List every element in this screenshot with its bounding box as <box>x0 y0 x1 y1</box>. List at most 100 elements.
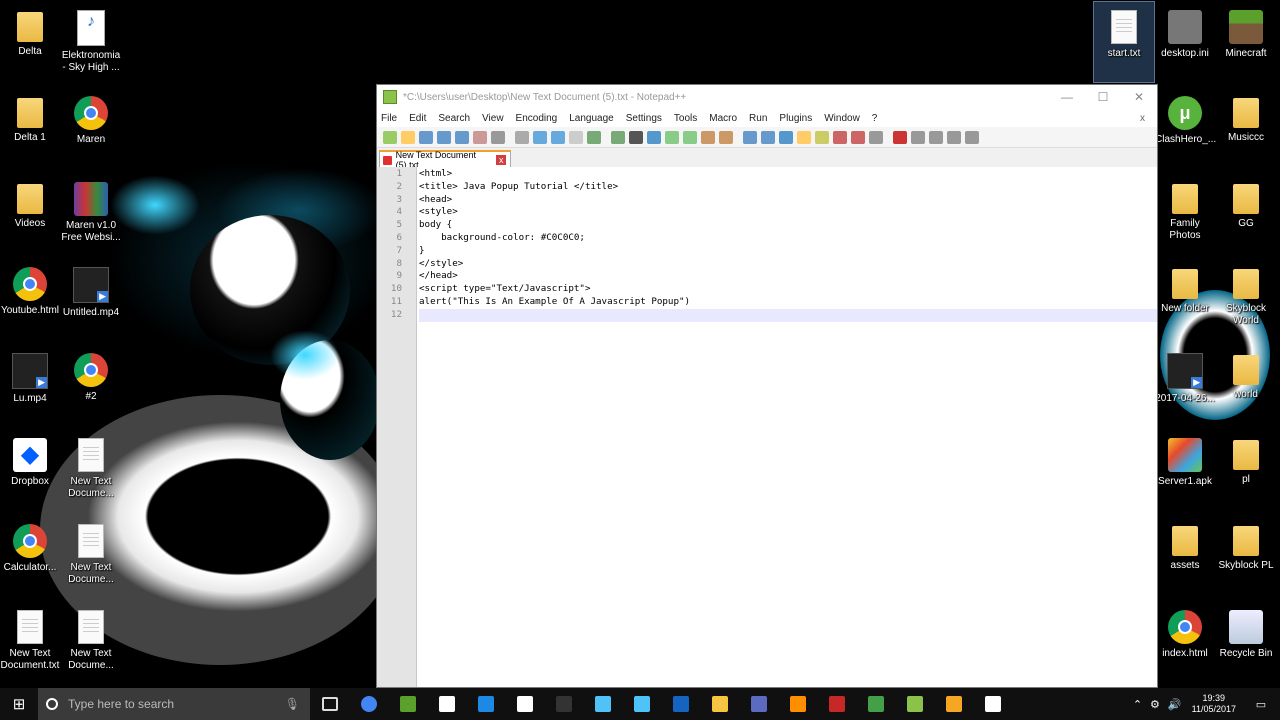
maximize-button[interactable]: ☐ <box>1085 90 1121 104</box>
desktop-icon[interactable]: Maren v1.0 Free Websi... <box>61 174 121 254</box>
taskbar-app[interactable] <box>778 688 817 720</box>
desktop-icon[interactable]: New folder <box>1155 259 1215 339</box>
toolbar-button[interactable] <box>797 130 811 144</box>
window-titlebar[interactable]: *C:\Users\user\Desktop\New Text Document… <box>377 85 1157 109</box>
taskbar-app[interactable] <box>466 688 505 720</box>
menu-edit[interactable]: Edit <box>409 113 426 124</box>
toolbar-button[interactable] <box>701 130 715 144</box>
desktop-icon[interactable]: New Text Docume... <box>61 430 121 510</box>
toolbar-button[interactable] <box>761 130 775 144</box>
toolbar-button[interactable] <box>911 130 925 144</box>
toolbar-button[interactable] <box>869 130 883 144</box>
taskbar-app[interactable] <box>934 688 973 720</box>
desktop-icon[interactable]: 2017-04-26... <box>1155 345 1215 425</box>
search-box[interactable]: Type here to search 🎙 <box>38 688 310 720</box>
minimize-button[interactable]: — <box>1049 90 1085 104</box>
toolbar-button[interactable] <box>437 130 451 144</box>
network-icon[interactable]: ⚙ <box>1150 698 1160 711</box>
toolbar-button[interactable] <box>647 130 661 144</box>
taskbar-app[interactable] <box>817 688 856 720</box>
menu-run[interactable]: Run <box>749 113 767 124</box>
menu-macro[interactable]: Macro <box>709 113 737 124</box>
desktop-icon[interactable]: New Text Docume... <box>61 602 121 682</box>
desktop-icon[interactable]: Minecraft <box>1216 2 1276 82</box>
code-editor[interactable]: 1 2 3 4 5 6 7 8 9 10 11 12 <html> <title> Java Popup… <box>377 167 1157 687</box>
taskbar-app[interactable] <box>583 688 622 720</box>
menu-plugins[interactable]: Plugins <box>779 113 812 124</box>
desktop-icon[interactable]: Lu.mp4 <box>0 345 60 425</box>
desktop-icon[interactable]: #2 <box>61 345 121 425</box>
menu-file[interactable]: File <box>381 113 397 124</box>
menu-encoding[interactable]: Encoding <box>516 113 558 124</box>
desktop-icon[interactable]: New Text Docume... <box>61 516 121 596</box>
taskbar-app[interactable] <box>505 688 544 720</box>
desktop-icon[interactable]: pl <box>1216 430 1276 510</box>
speaker-icon[interactable]: 🔊 <box>1168 698 1182 711</box>
toolbar-button[interactable] <box>851 130 865 144</box>
toolbar-button[interactable] <box>455 130 469 144</box>
menu-language[interactable]: Language <box>569 113 614 124</box>
taskbar-app[interactable] <box>700 688 739 720</box>
desktop-icon[interactable]: Elektronomia - Sky High ... <box>61 2 121 82</box>
desktop-icon[interactable]: start.txt <box>1093 1 1155 83</box>
toolbar-button[interactable] <box>965 130 979 144</box>
desktop-icon[interactable]: Server1.apk <box>1155 430 1215 510</box>
desktop-icon[interactable]: New Text Document.txt <box>0 602 60 682</box>
desktop-icon[interactable]: Recycle Bin <box>1216 602 1276 682</box>
taskbar-app[interactable] <box>895 688 934 720</box>
desktop-icon[interactable]: Videos <box>0 174 60 254</box>
desktop-icon[interactable]: Maren <box>61 88 121 168</box>
desktop-icon[interactable]: Calculator... <box>0 516 60 596</box>
taskbar-app[interactable] <box>388 688 427 720</box>
desktop-icon[interactable]: world <box>1216 345 1276 425</box>
chevron-up-icon[interactable]: ⌃ <box>1133 698 1142 711</box>
tab-close-button[interactable]: x <box>496 155 506 165</box>
menu-view[interactable]: View <box>482 113 504 124</box>
toolbar-button[interactable] <box>401 130 415 144</box>
taskbar-app[interactable] <box>544 688 583 720</box>
menu-tools[interactable]: Tools <box>674 113 697 124</box>
toolbar-button[interactable] <box>665 130 679 144</box>
toolbar-button[interactable] <box>779 130 793 144</box>
toolbar-button[interactable] <box>815 130 829 144</box>
menu-help[interactable]: ? <box>872 113 878 124</box>
desktop-icon[interactable]: assets <box>1155 516 1215 596</box>
taskbar-app[interactable] <box>427 688 466 720</box>
toolbar-button[interactable] <box>551 130 565 144</box>
desktop-icon[interactable]: Musiccc <box>1216 88 1276 168</box>
toolbar-button[interactable] <box>611 130 625 144</box>
taskbar-app[interactable] <box>622 688 661 720</box>
menu-search[interactable]: Search <box>438 113 470 124</box>
notepadpp-window[interactable]: *C:\Users\user\Desktop\New Text Document… <box>376 84 1158 688</box>
desktop-icon[interactable]: Untitled.mp4 <box>61 259 121 339</box>
toolbar-button[interactable] <box>569 130 583 144</box>
toolbar-button[interactable] <box>833 130 847 144</box>
taskbar-app[interactable] <box>310 688 349 720</box>
toolbar-button[interactable] <box>929 130 943 144</box>
desktop-icon[interactable]: Delta <box>0 2 60 82</box>
toolbar-button[interactable] <box>491 130 505 144</box>
toolbar-button[interactable] <box>947 130 961 144</box>
taskbar-app[interactable] <box>349 688 388 720</box>
desktop-icon[interactable]: Delta 1 <box>0 88 60 168</box>
taskbar-app[interactable] <box>739 688 778 720</box>
desktop-icon[interactable]: Skyblock PL <box>1216 516 1276 596</box>
microphone-icon[interactable]: 🎙 <box>285 697 300 711</box>
toolbar-button[interactable] <box>683 130 697 144</box>
desktop-icon[interactable]: μ ClashHero_... <box>1155 88 1216 168</box>
toolbar-button[interactable] <box>743 130 757 144</box>
desktop-icon[interactable]: ◆ Dropbox <box>0 430 60 510</box>
desktop-icon[interactable]: index.html <box>1155 602 1215 682</box>
toolbar-button[interactable] <box>515 130 529 144</box>
toolbar-button[interactable] <box>533 130 547 144</box>
toolbar-button[interactable] <box>629 130 643 144</box>
desktop-icon[interactable]: desktop.ini <box>1155 2 1215 82</box>
close-button[interactable]: ✕ <box>1121 90 1157 104</box>
toolbar-button[interactable] <box>383 130 397 144</box>
tab-document[interactable]: New Text Document (5).txt x <box>379 150 511 170</box>
desktop-icon[interactable]: GG <box>1216 174 1276 254</box>
desktop-icon[interactable]: Family Photos <box>1155 174 1215 254</box>
toolbar-button[interactable] <box>473 130 487 144</box>
desktop-icon[interactable]: Youtube.html <box>0 259 60 339</box>
toolbar-button[interactable] <box>419 130 433 144</box>
